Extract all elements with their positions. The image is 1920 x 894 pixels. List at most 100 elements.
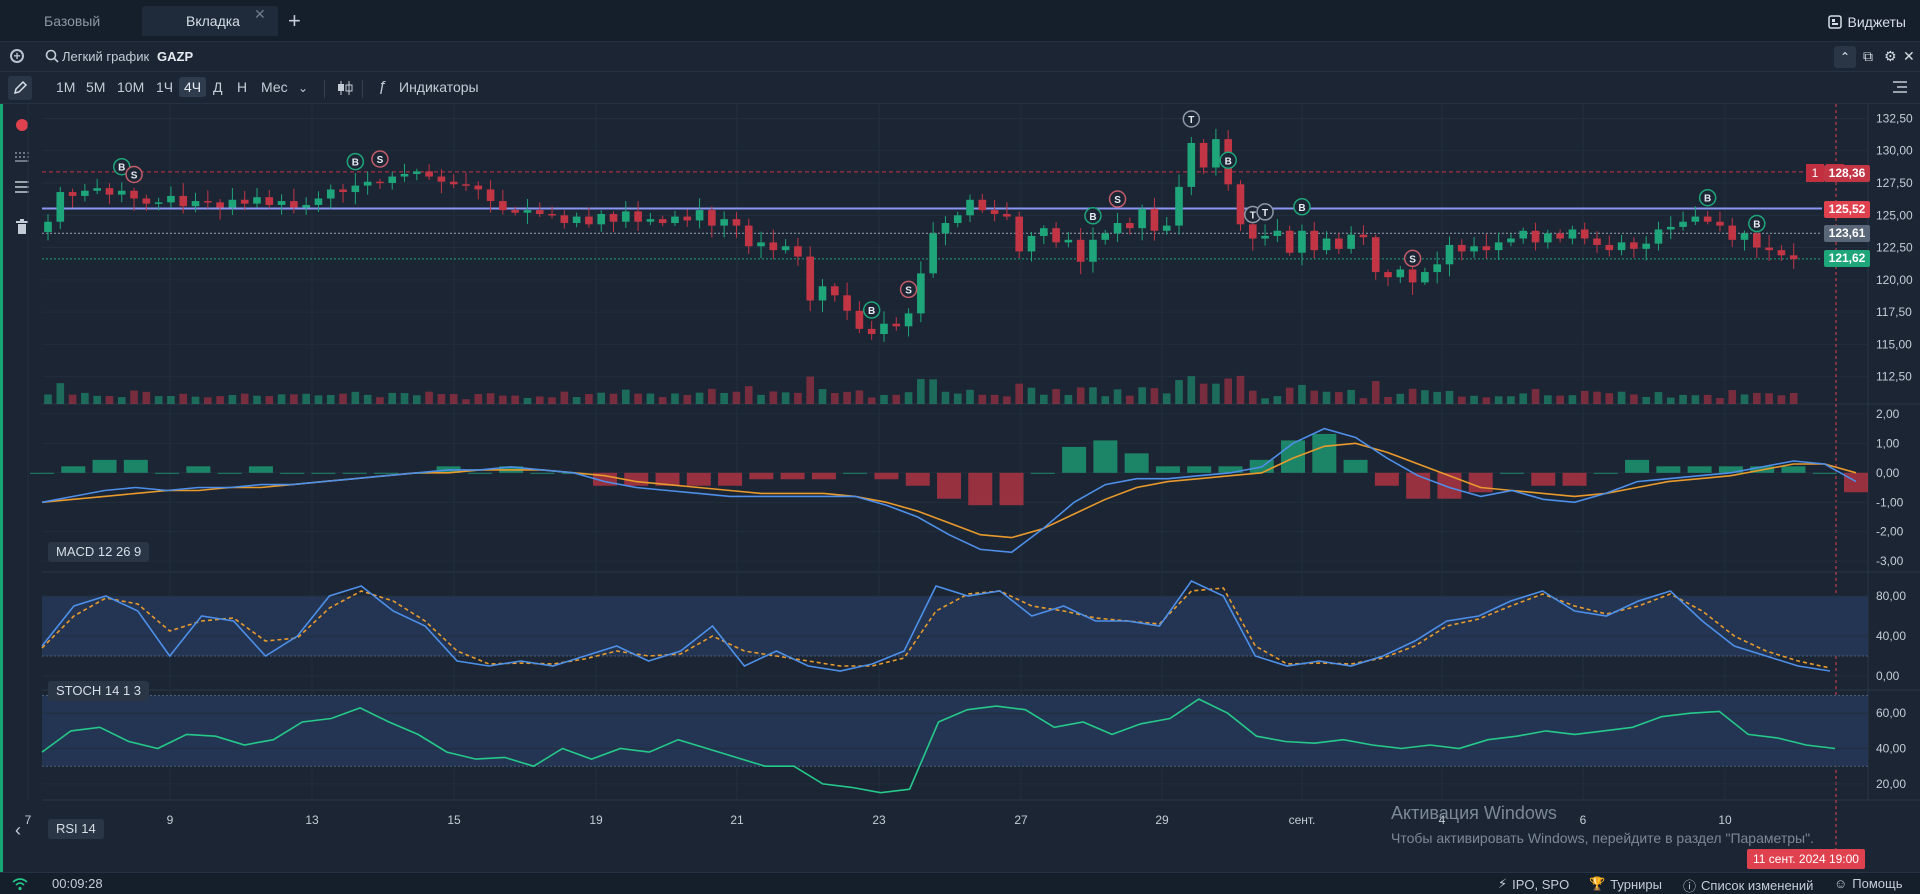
popout-icon[interactable]: ⧉ (1863, 48, 1873, 65)
collapse-chevron-icon[interactable]: ⌃ (1834, 46, 1856, 68)
candle-type-icon[interactable] (336, 80, 354, 96)
volume-bar (929, 379, 937, 404)
macd-label[interactable]: MACD 12 26 9 (48, 542, 150, 562)
x-tick-label: сент. (1289, 813, 1316, 827)
macd-histogram-bar (905, 472, 930, 486)
ticker-symbol[interactable]: GAZP (157, 49, 193, 64)
volume-bar (572, 396, 581, 404)
timeframe-month[interactable]: Мес (261, 79, 288, 95)
changelog-link[interactable]: ⓘ Список изменений (1683, 876, 1813, 894)
wifi-icon (12, 878, 28, 891)
candle-body (523, 210, 532, 213)
candle-body (990, 210, 999, 214)
candle-body (683, 216, 692, 221)
candle-body (1039, 228, 1048, 236)
candle-body (1347, 234, 1355, 249)
tab-close-icon[interactable]: ✕ (254, 6, 266, 23)
add-tab-button[interactable]: + (288, 8, 301, 34)
volume-bar (437, 394, 446, 404)
macd-histogram-bar (1187, 466, 1212, 473)
volume-bar (277, 394, 286, 404)
chart-type-label[interactable]: Легкий график (62, 49, 149, 64)
rsi-label[interactable]: RSI 14 (48, 819, 104, 839)
macd-histogram-bar (374, 472, 399, 474)
drawing-tool-button[interactable] (8, 76, 32, 100)
candle-body (1089, 239, 1097, 262)
search-icon[interactable] (44, 48, 60, 64)
indicator-tick-label: 20,00 (1876, 777, 1906, 791)
candle-body (1064, 239, 1073, 243)
candle-body (1199, 142, 1208, 168)
trade-mark-label: B (118, 163, 125, 174)
tournaments-link[interactable]: 🏆 Турниры (1589, 876, 1662, 892)
volume-bar (1273, 396, 1282, 404)
volume-bar (93, 395, 101, 404)
pencil-icon (13, 80, 28, 95)
close-chart-icon[interactable]: ✕ (1903, 48, 1915, 65)
volume-bar (228, 394, 237, 404)
volume-bar (142, 391, 151, 404)
volume-bar (1568, 395, 1577, 404)
timeframe-day[interactable]: Д (213, 79, 222, 95)
macd-histogram-bar (280, 472, 305, 474)
candle-body (314, 198, 323, 205)
candle-body (904, 313, 913, 327)
volume-bar (1421, 390, 1429, 404)
candle-body (1003, 213, 1011, 217)
settings-gear-icon[interactable]: ⚙ (1884, 48, 1897, 65)
timeframe-dropdown-chevron-icon[interactable]: ⌄ (298, 81, 308, 95)
volume-bar (1482, 397, 1491, 404)
volume-bar (154, 396, 163, 404)
candle-body (290, 201, 298, 208)
stoch-label[interactable]: STOCH 14 1 3 (48, 681, 150, 701)
tab-base[interactable]: Базовый (4, 6, 142, 36)
volume-bar (1384, 397, 1392, 404)
volume-bar (1015, 383, 1024, 404)
timeframe-5m[interactable]: 5М (86, 79, 105, 95)
volume-bar (1519, 393, 1528, 404)
volume-bar (351, 391, 360, 404)
macd-histogram-bar (1499, 472, 1524, 474)
trade-mark-label: T (1250, 211, 1256, 222)
candle-body (917, 273, 925, 314)
candle-body (1162, 225, 1171, 231)
volume-bar (855, 390, 864, 404)
volume-bar (830, 392, 839, 404)
tab-bar: Базовый Вкладка ✕ + Виджеты (0, 0, 1920, 42)
help-link[interactable]: ☺ Помощь (1834, 876, 1903, 891)
volume-bar (843, 391, 851, 404)
macd-histogram-bar (874, 472, 899, 480)
timeframe-1h[interactable]: 1Ч (156, 79, 173, 95)
menu-lines-icon[interactable] (1892, 80, 1908, 94)
candle-body (830, 286, 839, 296)
timeframe-week[interactable]: Н (237, 79, 247, 95)
timeframe-10m[interactable]: 10М (117, 79, 144, 95)
indicators-button[interactable]: Индикаторы (399, 79, 479, 95)
candle-body (339, 189, 347, 193)
windows-activation-title: Активация Windows (1391, 803, 1557, 823)
candle-body (1765, 247, 1773, 251)
candle-body (437, 176, 446, 182)
order-quantity-badge[interactable]: 1 (1806, 164, 1824, 182)
widgets-button[interactable]: Виджеты (1827, 12, 1906, 32)
volume-bar (400, 393, 409, 404)
candle-body (1568, 229, 1577, 239)
candle-body (1187, 142, 1196, 187)
macd-histogram-bar (1406, 472, 1431, 499)
candle-body (1396, 269, 1405, 278)
timeframe-4h[interactable]: 4Ч (179, 77, 207, 97)
chart-canvas[interactable]: 7 9 13 15 19 21 23 27 29 сент. 4 6 10132,50130,00127… (0, 104, 1920, 849)
volume-bar (597, 392, 606, 404)
ipo-link[interactable]: ⚡ IPO, SPO (1498, 876, 1569, 892)
volume-bar (1347, 389, 1355, 404)
macd-histogram-bar (1625, 459, 1650, 473)
volume-bar (757, 394, 765, 404)
macd-histogram-bar (968, 472, 993, 506)
volume-bar (486, 393, 495, 404)
candle-body (1101, 233, 1110, 240)
add-chart-icon[interactable]: + (10, 49, 24, 63)
widgets-icon (1827, 15, 1842, 29)
macd-histogram-bar (1687, 466, 1712, 473)
timeframe-1m[interactable]: 1М (56, 79, 75, 95)
candle-body (1457, 244, 1466, 252)
